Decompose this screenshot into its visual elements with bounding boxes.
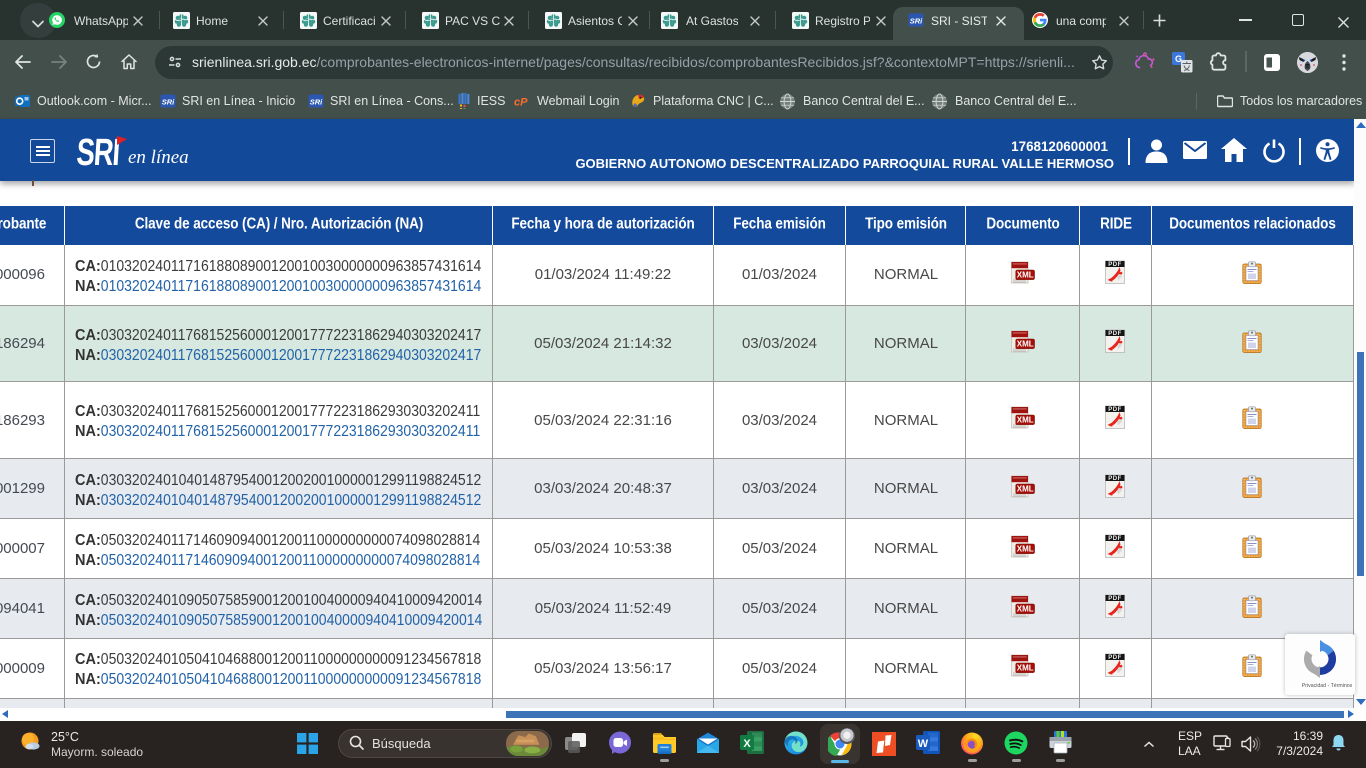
svg-text:PDF: PDF <box>1108 655 1122 661</box>
svg-text:SRi: SRi <box>162 98 175 107</box>
svg-text:XML: XML <box>1017 270 1034 279</box>
svg-text:PDF: PDF <box>1108 536 1122 542</box>
svg-text:PDF: PDF <box>1108 407 1122 413</box>
svg-text:XML: XML <box>1017 484 1034 493</box>
svg-text:XML: XML <box>1017 416 1034 425</box>
svg-text:PDF: PDF <box>1108 331 1122 337</box>
svg-text:PDF: PDF <box>1108 476 1122 482</box>
svg-text:PDF: PDF <box>1108 596 1122 602</box>
svg-text:XML: XML <box>1017 664 1034 673</box>
svg-text:SRi: SRi <box>910 17 923 26</box>
svg-text:XML: XML <box>1017 339 1034 348</box>
svg-text:PDF: PDF <box>1108 262 1122 268</box>
svg-text:W: W <box>918 738 929 750</box>
svg-text:G: G <box>1175 54 1182 64</box>
svg-text:XML: XML <box>1017 604 1034 613</box>
svg-text:XML: XML <box>1017 544 1034 553</box>
svg-text:cP: cP <box>514 97 528 109</box>
svg-text:SRi: SRi <box>310 98 323 107</box>
svg-text:X: X <box>743 738 751 750</box>
